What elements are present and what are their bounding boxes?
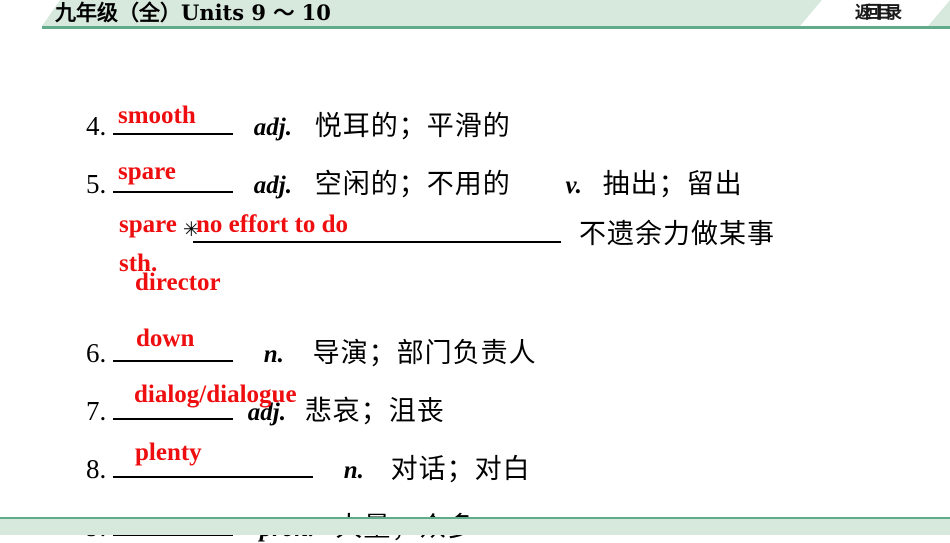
part-of-speech: adj. <box>253 114 292 141</box>
page-title: 九年级（全）Units 9 ～ 10 <box>55 0 331 25</box>
back-to-contents-label: 返回目录 <box>855 3 902 23</box>
chinese-meaning: 悲哀；沮丧 <box>304 396 445 427</box>
list-item: 5. adj. 空闲的；不用的 v. 抽出；留出 <box>86 165 743 200</box>
answer-text: plenty <box>135 439 202 466</box>
item-number: 8. <box>86 454 107 484</box>
phrase-chinese-meaning: 不遗余力做某事 <box>579 219 775 250</box>
vocabulary-list: 4. adj. 悦耳的；平滑的 smooth 5. adj. 空闲的；不用的 v… <box>0 29 950 541</box>
phrase-answer-part1: spare <box>119 211 177 238</box>
stray-answer-text: director <box>135 269 221 296</box>
answer-text: spare <box>118 158 176 185</box>
chinese-meaning: 空闲的；不用的 <box>314 169 511 200</box>
answer-text: smooth <box>118 102 196 129</box>
page-header: 九年级（全）Units 9 ～ 10 返回目录 <box>0 0 950 29</box>
item-number: 6. <box>86 338 107 368</box>
answer-text: dialog/dialogue <box>134 381 297 408</box>
chinese-meaning: 悦耳的；平滑的 <box>314 111 511 142</box>
item-number: 5. <box>86 169 107 199</box>
phrase-answer-part2: no effort to do <box>196 211 349 238</box>
back-to-contents-button[interactable]: 返回目录 <box>800 0 950 26</box>
page-footer <box>0 517 950 535</box>
answer-text: down <box>136 325 195 352</box>
chinese-meaning: 对话；对白 <box>390 454 531 485</box>
chinese-meaning-secondary: 抽出；留出 <box>602 169 743 200</box>
part-of-speech: n. <box>343 457 364 484</box>
chinese-meaning: 导演；部门负责人 <box>312 338 537 369</box>
part-of-speech: adj. <box>253 172 292 199</box>
item-number: 4. <box>86 111 107 141</box>
part-of-speech-secondary: v. <box>565 172 582 199</box>
item-number: 7. <box>86 396 107 426</box>
part-of-speech: n. <box>263 341 284 368</box>
